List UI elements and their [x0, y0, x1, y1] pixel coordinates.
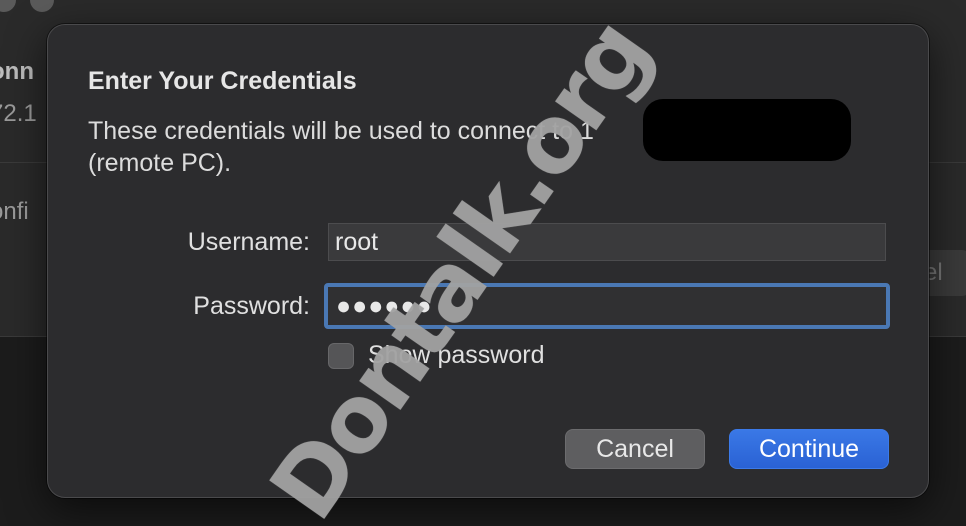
background-config-text: onfi	[0, 198, 29, 225]
redaction-box	[643, 99, 851, 161]
background-address-text: 72.1	[0, 100, 37, 127]
window-close-icon[interactable]	[0, 0, 16, 12]
credentials-dialog: Enter Your Credentials These credentials…	[47, 24, 929, 498]
password-field[interactable]: ●●●●●●	[324, 283, 890, 329]
show-password-checkbox[interactable]	[328, 343, 354, 369]
window-minimize-icon[interactable]	[30, 0, 54, 12]
cancel-button[interactable]: Cancel	[565, 429, 705, 469]
dialog-message-line-1: These credentials will be used to connec…	[88, 117, 594, 145]
background-heading-text: onn	[0, 58, 34, 85]
dialog-message-line-2: (remote PC).	[88, 149, 232, 177]
show-password-label[interactable]: Show password	[368, 341, 544, 370]
dialog-message: These credentials will be used to connec…	[88, 115, 628, 179]
screen: onn 72.1 onfi cel Enter Your Credentials…	[0, 0, 966, 526]
username-field[interactable]: root	[328, 223, 886, 261]
continue-button[interactable]: Continue	[729, 429, 889, 469]
username-label: Username:	[187, 228, 310, 256]
password-label: Password:	[193, 292, 310, 320]
dialog-title: Enter Your Credentials	[88, 67, 357, 95]
